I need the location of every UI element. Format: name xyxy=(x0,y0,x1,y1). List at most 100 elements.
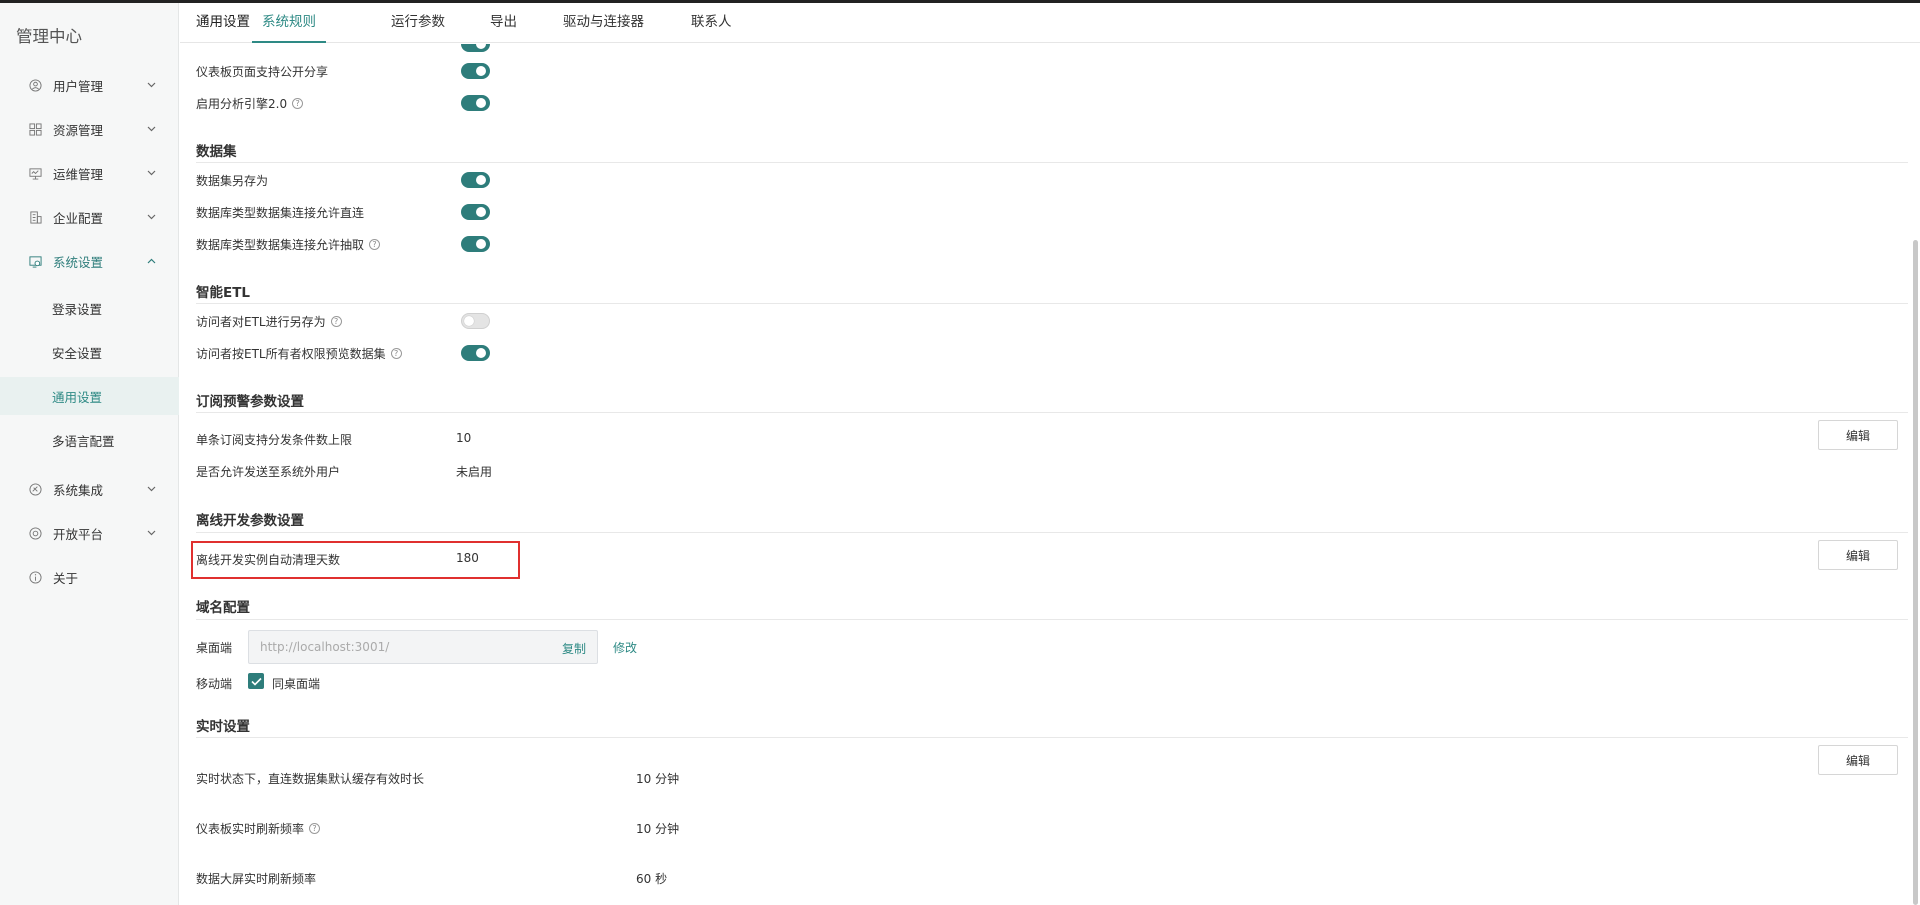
help-icon[interactable]: ? xyxy=(330,316,342,327)
sidebar-item-resources[interactable]: 资源管理 xyxy=(0,109,179,149)
sidebar-item-label: 企业配置 xyxy=(53,210,104,226)
monitor-icon xyxy=(28,166,42,180)
sidebar-item-label: 运维管理 xyxy=(53,166,104,182)
info-icon xyxy=(28,570,42,584)
checkbox-label: 同桌面端 xyxy=(272,677,321,691)
building-icon xyxy=(28,210,42,224)
user-icon xyxy=(28,78,42,92)
setting-value: 180 xyxy=(456,551,479,565)
sidebar-item-open-platform[interactable]: 开放平台 xyxy=(0,513,179,553)
section-divider xyxy=(196,412,1908,413)
settings-tabs: 通用设置 系统规则 运行参数 导出 驱动与连接器 联系人 xyxy=(180,3,1920,43)
section-divider xyxy=(196,619,1908,620)
section-title: 数据集 xyxy=(196,144,237,160)
sidebar-item-system-settings[interactable]: 系统设置 xyxy=(0,241,179,281)
vertical-scrollbar[interactable] xyxy=(1913,240,1918,905)
sidebar-item-about[interactable]: 关于 xyxy=(0,557,179,597)
section-title: 订阅预警参数设置 xyxy=(196,394,304,410)
toggle-switch[interactable] xyxy=(461,63,490,79)
toggle-switch[interactable] xyxy=(461,204,490,220)
setting-label: 启用分析引擎2.0? xyxy=(196,95,304,112)
sidebar: 管理中心 用户管理 资源管理 运维管理 企业配置 系统设置 登录设置 安全设置 … xyxy=(0,3,179,905)
tab-export[interactable]: 导出 xyxy=(490,3,517,43)
section-title: 智能ETL xyxy=(196,285,251,301)
toggle-switch[interactable] xyxy=(461,345,490,361)
sidebar-item-label: 系统集成 xyxy=(53,482,104,498)
setting-label: 数据库类型数据集连接允许直连 xyxy=(196,206,365,220)
desktop-label: 桌面端 xyxy=(196,641,233,655)
help-icon[interactable]: ? xyxy=(292,98,304,109)
edit-button[interactable]: 编辑 xyxy=(1818,745,1898,775)
grid-icon xyxy=(28,122,42,136)
setting-label: 数据大屏实时刷新频率 xyxy=(196,872,317,886)
chevron-down-icon xyxy=(146,80,156,90)
setting-label: 是否允许发送至系统外用户 xyxy=(196,465,341,479)
section-divider xyxy=(196,303,1908,304)
settings-content: 仪表板页面支持公开分享 启用分析引擎2.0? 数据集 数据集另存为 数据库类型数… xyxy=(180,44,1908,905)
app-title: 管理中心 xyxy=(16,27,82,46)
mobile-label: 移动端 xyxy=(196,677,233,691)
toggle-switch[interactable] xyxy=(461,95,490,111)
chevron-down-icon xyxy=(146,124,156,134)
setting-label: 仪表板实时刷新频率? xyxy=(196,820,321,837)
setting-label: 仪表板页面支持公开分享 xyxy=(196,65,329,79)
chevron-down-icon xyxy=(146,528,156,538)
setting-value: 未启用 xyxy=(456,465,493,479)
setting-label: 访问者对ETL进行另存为? xyxy=(196,313,342,330)
same-as-desktop-checkbox[interactable] xyxy=(248,673,264,689)
sidebar-subitem-label: 多语言配置 xyxy=(52,433,115,449)
sidebar-subitem-language-config[interactable]: 多语言配置 xyxy=(0,421,179,459)
setting-label: 数据集另存为 xyxy=(196,174,269,188)
toggle-switch[interactable] xyxy=(461,313,490,329)
sidebar-item-integration[interactable]: 系统集成 xyxy=(0,469,179,509)
section-divider xyxy=(196,532,1908,533)
sidebar-subitem-login-settings[interactable]: 登录设置 xyxy=(0,289,179,327)
setting-value: 10 xyxy=(456,431,472,445)
sidebar-item-operations[interactable]: 运维管理 xyxy=(0,153,179,193)
sidebar-subitem-security-settings[interactable]: 安全设置 xyxy=(0,333,179,371)
setting-label: 数据库类型数据集连接允许抽取? xyxy=(196,236,381,253)
modify-link[interactable]: 修改 xyxy=(613,639,637,656)
tab-runtime-params[interactable]: 运行参数 xyxy=(391,3,445,43)
integration-icon xyxy=(28,482,42,496)
edit-button[interactable]: 编辑 xyxy=(1818,420,1898,450)
sidebar-item-enterprise[interactable]: 企业配置 xyxy=(0,197,179,237)
tab-drivers-connectors[interactable]: 驱动与连接器 xyxy=(563,3,644,43)
sidebar-subitem-label: 登录设置 xyxy=(52,301,103,317)
chevron-down-icon xyxy=(146,484,156,494)
toggle-switch[interactable] xyxy=(461,172,490,188)
tab-contacts[interactable]: 联系人 xyxy=(691,3,732,43)
sidebar-subitem-label: 安全设置 xyxy=(52,345,103,361)
setting-label: 单条订阅支持分发条件数上限 xyxy=(196,433,353,447)
copy-link[interactable]: 复制 xyxy=(562,640,586,657)
desktop-url-placeholder: http://localhost:3001/ xyxy=(260,640,390,654)
section-title: 实时设置 xyxy=(196,719,250,735)
sidebar-item-label: 系统设置 xyxy=(53,254,104,270)
sidebar-item-label: 开放平台 xyxy=(53,526,104,542)
help-icon[interactable]: ? xyxy=(309,823,321,834)
toggle-switch[interactable] xyxy=(461,44,490,52)
desktop-url-field[interactable]: http://localhost:3001/ 复制 xyxy=(248,630,598,664)
help-icon[interactable]: ? xyxy=(390,348,402,359)
sidebar-item-label: 用户管理 xyxy=(53,78,104,94)
tab-general-settings[interactable]: 通用设置 xyxy=(196,3,250,43)
sidebar-item-label: 资源管理 xyxy=(53,122,104,138)
setting-value: 10 分钟 xyxy=(636,772,680,786)
sidebar-item-label: 关于 xyxy=(53,570,79,586)
sidebar-subitem-label: 通用设置 xyxy=(52,389,103,405)
section-divider xyxy=(196,162,1908,163)
section-divider xyxy=(196,737,1908,738)
setting-label: 访问者按ETL所有者权限预览数据集? xyxy=(196,345,402,362)
tab-system-rules[interactable]: 系统规则 xyxy=(252,3,326,43)
sidebar-item-users[interactable]: 用户管理 xyxy=(0,65,179,105)
settings-icon xyxy=(28,254,42,268)
sidebar-subitem-general-settings[interactable]: 通用设置 xyxy=(0,377,179,415)
chevron-up-icon xyxy=(146,256,156,266)
edit-button[interactable]: 编辑 xyxy=(1818,540,1898,570)
open-platform-icon xyxy=(28,526,42,540)
section-title: 域名配置 xyxy=(196,600,250,616)
help-icon[interactable]: ? xyxy=(369,239,381,250)
setting-value: 60 秒 xyxy=(636,872,668,886)
toggle-switch[interactable] xyxy=(461,236,490,252)
section-title: 离线开发参数设置 xyxy=(196,513,304,529)
